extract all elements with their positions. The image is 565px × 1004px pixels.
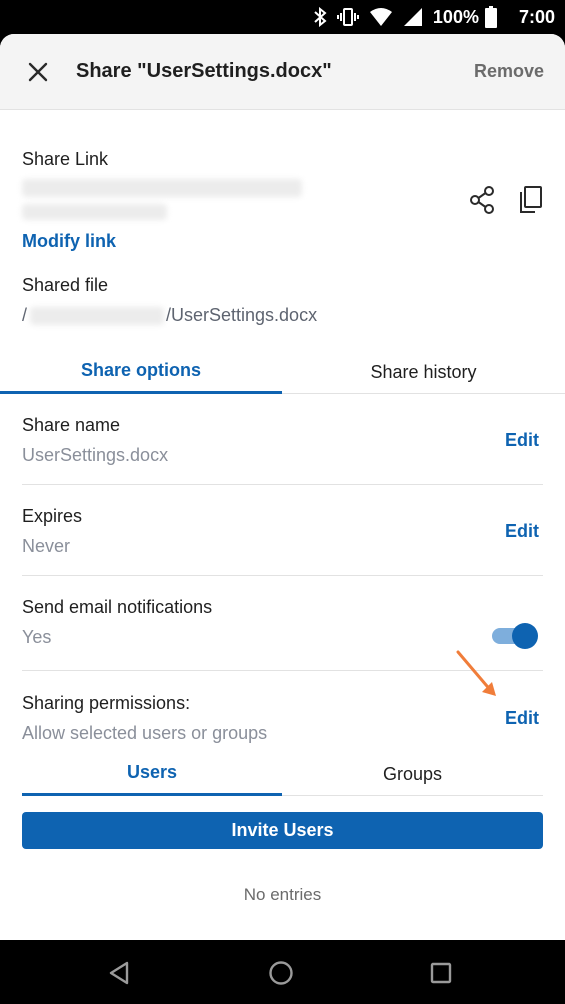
bluetooth-icon: [313, 7, 327, 27]
signal-icon: [403, 7, 423, 27]
email-notifications-label: Send email notifications: [22, 597, 213, 617]
tab-users[interactable]: Users: [22, 752, 282, 796]
sheet-header: Share "UserSettings.docx" Remove: [0, 34, 565, 110]
tab-share-options[interactable]: Share options: [0, 350, 282, 394]
expires-value: Never: [22, 536, 71, 556]
share-icon: [470, 186, 494, 214]
shared-file-owner-redacted: [30, 307, 164, 325]
battery-icon: [484, 6, 497, 28]
modify-link-button[interactable]: Modify link: [22, 231, 116, 252]
divider: [22, 484, 543, 485]
edit-expires-button[interactable]: Edit: [505, 521, 539, 542]
permission-tabs: Users Groups: [22, 752, 543, 796]
clock: 7:00: [518, 6, 555, 27]
empty-state-text: No entries: [243, 885, 322, 904]
remove-button[interactable]: Remove: [474, 61, 544, 82]
back-button[interactable]: [102, 956, 136, 990]
shared-file-label: Shared file: [22, 275, 109, 295]
invite-users-button[interactable]: Invite Users: [22, 812, 543, 849]
tab-groups[interactable]: Groups: [282, 752, 543, 796]
tab-share-history[interactable]: Share history: [282, 350, 565, 394]
edit-share-name-button[interactable]: Edit: [505, 430, 539, 451]
page-title: Share "UserSettings.docx": [76, 60, 332, 82]
recents-button[interactable]: [424, 956, 458, 990]
share-button[interactable]: [466, 184, 498, 216]
battery-percent: 100%: [432, 6, 479, 27]
share-link-url-redacted-line2: [22, 204, 167, 220]
shared-file-path-prefix: /: [22, 305, 28, 325]
share-link-url-redacted: [22, 179, 302, 197]
sharing-permissions-value: Allow selected users or groups: [22, 723, 268, 743]
share-name-label: Share name: [22, 415, 121, 435]
email-notifications-value: Yes: [22, 627, 52, 647]
copy-icon: [520, 186, 542, 213]
home-icon: [269, 961, 293, 985]
wifi-icon: [369, 7, 393, 27]
recents-icon: [430, 962, 452, 984]
copy-link-button[interactable]: [514, 184, 546, 216]
navigation-bar: [0, 940, 565, 1004]
share-sheet: Share "UserSettings.docx" Remove Share L…: [0, 34, 565, 940]
status-bar: 100% 7:00: [0, 0, 565, 34]
toggle-thumb: [512, 623, 538, 649]
back-icon: [109, 961, 129, 985]
shared-file-path: /UserSettings.docx: [166, 305, 318, 325]
sharing-permissions-label: Sharing permissions:: [22, 693, 191, 713]
close-button[interactable]: [22, 56, 54, 88]
close-icon: [28, 62, 48, 82]
share-tabs: Share options Share history: [0, 350, 565, 394]
expires-label: Expires: [22, 506, 83, 526]
email-notifications-toggle[interactable]: [492, 622, 538, 649]
annotation-arrow-icon: [456, 650, 496, 696]
vibrate-icon: [336, 7, 359, 27]
share-link-label: Share Link: [22, 149, 109, 169]
share-name-value: UserSettings.docx: [22, 445, 169, 465]
edit-permissions-button[interactable]: Edit: [505, 708, 539, 729]
home-button[interactable]: [264, 956, 298, 990]
divider: [22, 575, 543, 576]
